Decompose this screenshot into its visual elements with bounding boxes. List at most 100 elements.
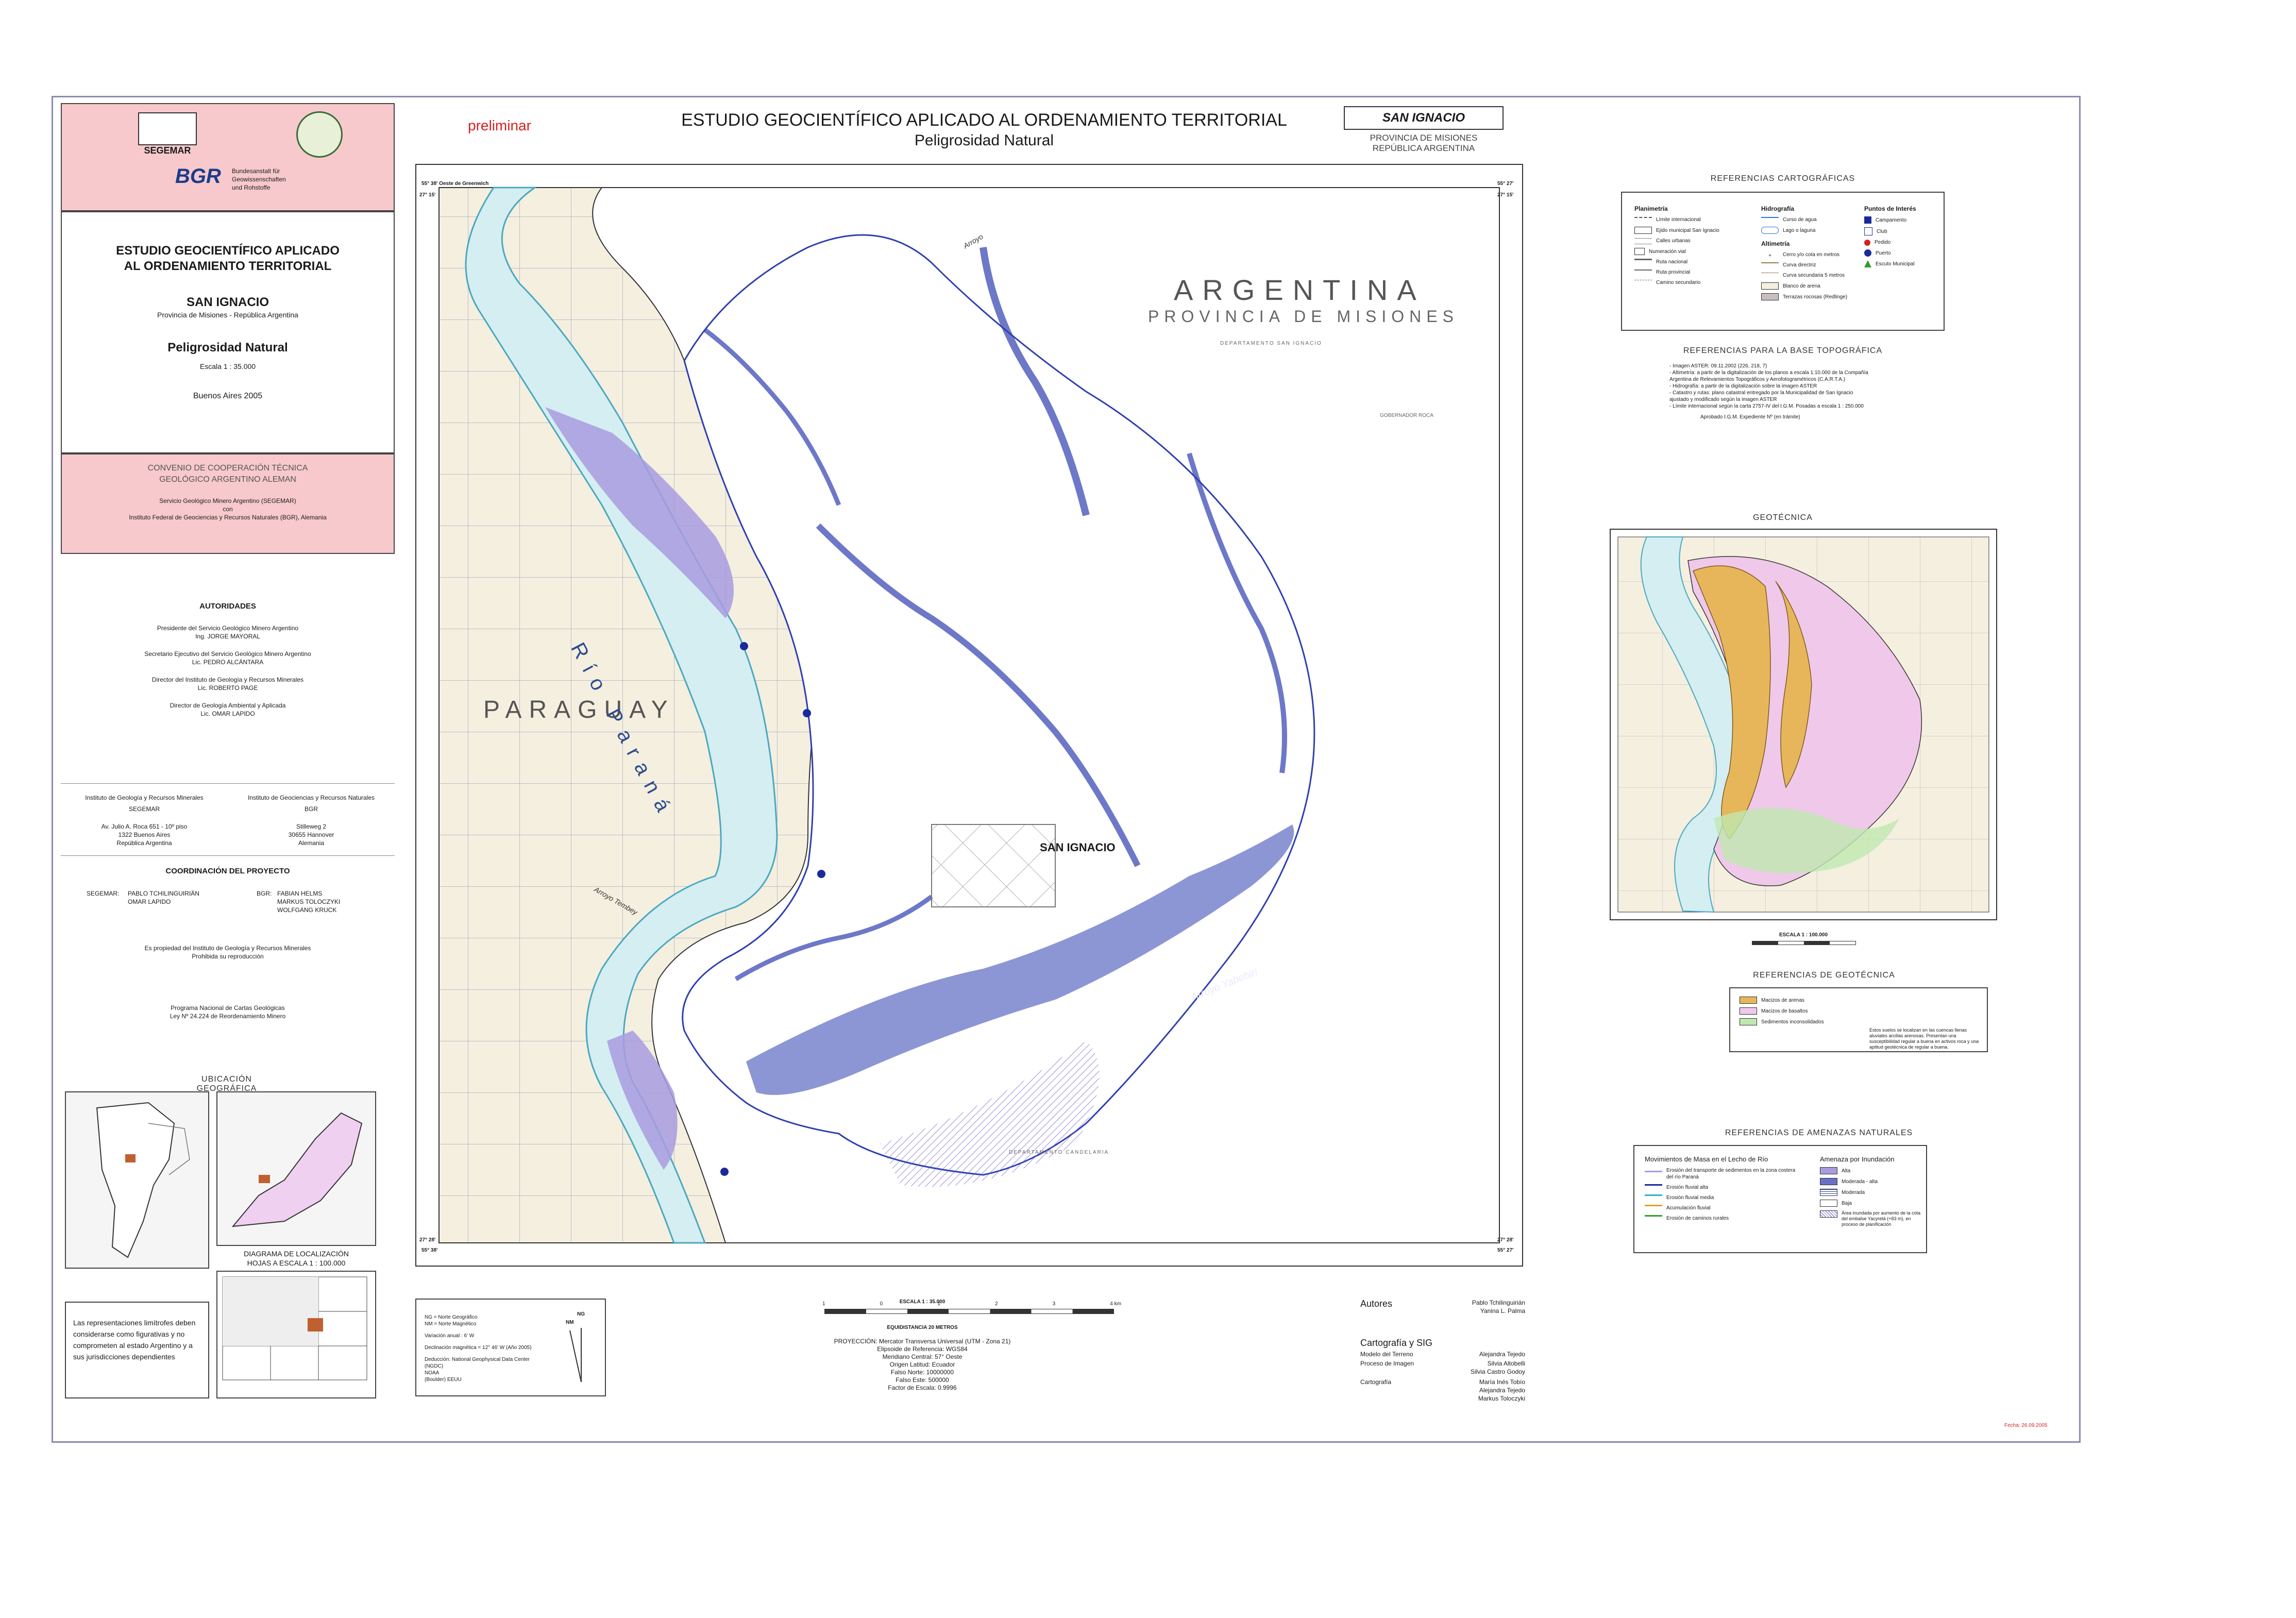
puntos-col: Puntos de Interés Campamento Club Pedido… [1864, 205, 1942, 271]
ejido-icon [1634, 227, 1652, 234]
hidrografia-title: Hidrografía [1761, 205, 1795, 212]
autoridades-title: AUTORIDADES [199, 602, 256, 611]
port-icon [1864, 249, 1871, 257]
proj-5: Falso Norte: 10000000 [890, 1369, 954, 1376]
scale-bar [824, 1309, 1114, 1314]
ubicacion-map-1 [65, 1091, 209, 1269]
location-marker [125, 1154, 136, 1162]
inund-3: Moderada [1842, 1189, 1865, 1195]
cartografia-label: Cartografía [1360, 1378, 1392, 1386]
inund-5: Área inundada por aumento de la cota del… [1842, 1210, 1921, 1227]
ref-base-3: Argentina de Relevamientos Topográficos … [1669, 377, 1846, 382]
punto-4: Puerto [1876, 250, 1891, 256]
proj-2: Elipsoide de Referencia: WGS84 [877, 1345, 968, 1353]
aut-role-3: Director del Instituto de Geología y Rec… [151, 676, 304, 683]
provincial-road-icon [1634, 269, 1652, 276]
flood-low-swatch [1820, 1200, 1837, 1207]
declination-box: NG = Norte Geográfico NM = Norte Magnéti… [415, 1299, 606, 1396]
cartografia-2: Alejandra Tejedo [1479, 1387, 1525, 1394]
south-america-outline [96, 1102, 190, 1258]
segemar-logo-text: SEGEMAR [144, 145, 191, 156]
ubicacion-map-2 [216, 1091, 376, 1246]
coord-segemar-1: PABLO TCHILINGUIRIÁN [128, 890, 199, 897]
coastal-erosion-line-icon [1645, 1170, 1662, 1177]
coord-bgr-2: MARKUS TOLOCZYKI [277, 898, 341, 905]
spot-height-icon: + [1768, 252, 1771, 259]
ref-base-1: - Imagen ASTER: 09.11.2002 (226, 218, 7) [1669, 363, 1767, 369]
ref-amen-box: Movimientos de Masa en el Lecho de Río E… [1633, 1145, 1927, 1253]
logo-panel: SEGEMAR BGR Bundesanstalt für Geowissens… [61, 103, 395, 211]
alti-2: Curva directriz [1783, 262, 1816, 268]
corner-br-lon: 55° 27' [1497, 1248, 1514, 1253]
basalt-massif-swatch [1740, 1007, 1757, 1015]
diagrama-1: DIAGRAMA DE LOCALIZACIÓN [244, 1250, 349, 1258]
alti-3: Curva secundaria 5 metros [1783, 273, 1845, 278]
aut-role-1: Presidente del Servicio Geológico Minero… [157, 625, 299, 632]
plan-5: Ruta nacional [1656, 259, 1688, 265]
mov-2: Erosión fluvial alta [1666, 1185, 1709, 1190]
autores-label: Autores [1360, 1299, 1393, 1309]
san-ignacio-town [931, 824, 1056, 907]
proj-6: Falso Este: 500000 [896, 1376, 949, 1384]
medium-erosion-line-icon [1645, 1194, 1662, 1201]
sediment-swatch [1740, 1018, 1757, 1025]
scale-tick-4: 2 [994, 1301, 998, 1307]
port-marker-1 [740, 642, 748, 650]
corner-tl-lat: 27° 15' [419, 192, 436, 198]
ref-geo-box: Macizos de arenas Macizos de basaltos Se… [1729, 987, 1988, 1052]
coord-bgr-3: WOLFGANG KRUCK [277, 906, 337, 914]
cartografia-3: Markus Toloczyki [1478, 1395, 1525, 1402]
ref-base-5: - Catastro y rutas: plano catastral entr… [1669, 390, 1853, 396]
proj-1: PROYECCIÓN: Mercator Transversa Universa… [834, 1338, 1011, 1345]
sheet-name: SAN IGNACIO [1382, 111, 1465, 125]
convenio-2: GEOLÓGICO ARGENTINO ALEMAN [159, 475, 296, 484]
aut-role-4: Director de Geología Ambiental y Aplicad… [170, 702, 286, 709]
ref-cart-box: Planimetría Límite internacional Ejido m… [1621, 192, 1945, 331]
inst-left-3: Av. Julio A. Roca 651 - 10º piso [101, 823, 188, 830]
decl-3: Variación anual : 6' W [425, 1333, 475, 1339]
altimetria-title: Altimetría [1761, 240, 1790, 247]
equidistancia: EQUIDISTANCIA 20 METROS [887, 1325, 958, 1330]
scale-ticks: 1 0 1 2 3 4 km [822, 1301, 1121, 1307]
plan-7: Camino secundario [1656, 280, 1701, 285]
decl-1: NG = Norte Geográfico [425, 1314, 478, 1320]
planimetria-title: Planimetría [1634, 205, 1668, 212]
label-depto-candelaria: DEPARTAMENTO CANDELARIA [1009, 1150, 1109, 1155]
label-argentina: ARGENTINA [1174, 274, 1426, 306]
reservoir-swatch [1820, 1210, 1837, 1218]
port-marker-3 [817, 870, 825, 878]
proj-3: Meridiano Central: 57° Oeste [882, 1353, 963, 1360]
province-label: PROVINCIA DE MISIONES [1370, 133, 1478, 143]
sheet-marker [308, 1318, 323, 1332]
mov-title: Movimientos de Masa en el Lecho de Río [1645, 1155, 1768, 1163]
corner-bl-lat: 27° 28' [419, 1237, 436, 1243]
autor-2: Yanina L. Palma [1480, 1307, 1525, 1314]
cartografia-1: María Inés Tobío [1479, 1378, 1525, 1386]
institute-left: Instituto de Geología y Recursos Mineral… [61, 794, 228, 847]
inst-left-4: 1322 Buenos Aires [118, 831, 171, 838]
lake-icon [1761, 227, 1779, 234]
label-provincia: PROVINCIA DE MISIONES [1148, 307, 1459, 326]
accumulation-line-icon [1645, 1205, 1662, 1211]
left-scale: Escala 1 : 35.000 [199, 362, 256, 370]
plan-3: Calles urbanas [1656, 238, 1691, 244]
inund-2: Moderada - alta [1842, 1178, 1878, 1185]
label-paraguay: PARAGUAY [483, 696, 675, 723]
index-contour-icon [1761, 262, 1779, 268]
segemar-logo: SEGEMAR [108, 112, 227, 160]
geo-item-3: Sedimentos inconsolidados [1761, 1019, 1824, 1025]
mov-1: Erosión del transporte de sedimentos en … [1666, 1168, 1796, 1180]
bgr-name-2: Geowissenschaften [232, 176, 286, 183]
left-province: Provincia de Misiones - República Argent… [157, 311, 298, 319]
inst-left-1: Instituto de Geología y Recursos Mineral… [85, 794, 204, 801]
property-note: Es propiedad del Instituto de Geología y… [61, 944, 395, 960]
proj-4: Origen Latitud: Ecuador [889, 1361, 955, 1368]
decl-4: Declinación magnética = 12° 46' W (Año 2… [425, 1345, 532, 1351]
index-diagram [216, 1271, 376, 1398]
aut-role-2: Secretario Ejecutivo del Servicio Geológ… [144, 650, 311, 658]
coord-bgr-1: FABIAN HELMS [277, 890, 323, 897]
sand-massif-swatch [1740, 997, 1757, 1004]
mov-3: Erosión fluvial media [1666, 1195, 1714, 1201]
scale-tick-3: 1 [937, 1301, 940, 1307]
mov-5: Erosión de caminos rurales [1666, 1216, 1729, 1221]
